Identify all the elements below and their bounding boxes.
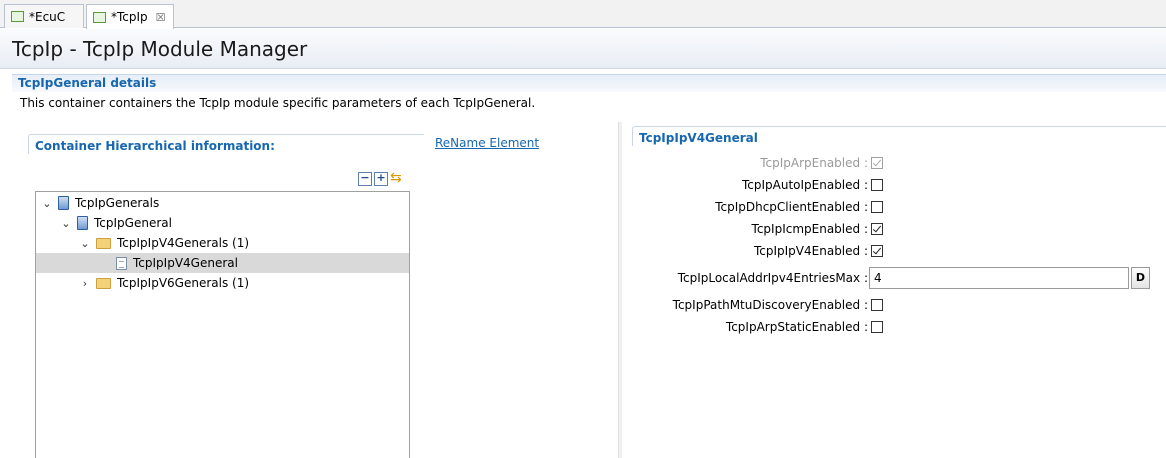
editor-file-icon [93,11,106,23]
editor-file-icon [11,11,24,22]
ipv4-enabled-checkbox[interactable] [871,245,883,257]
field-label-autoip-enabled: TcpIpAutoIpEnabled : [741,178,868,192]
checkmark-icon [872,245,882,255]
field-label-path-mtu-discovery-enabled: TcpIpPathMtuDiscoveryEnabled : [672,298,868,312]
module-icon [58,196,69,210]
arp-enabled-checkbox[interactable] [871,157,883,169]
collapse-arrow-icon[interactable]: › [78,277,92,290]
editor-tab-bar: *EcuC *TcpIp ☒ [0,0,1166,29]
hierarchy-section-title: Container Hierarchical information: [35,139,275,153]
parameters-section-bar: TcpIpIpV4General [632,126,1166,146]
pane-splitter[interactable] [618,122,622,458]
tab-label: *EcuC [29,9,66,24]
expand-all-button[interactable]: + [374,171,388,186]
module-icon [77,216,88,230]
expand-arrow-icon[interactable]: ⌄ [59,217,73,230]
tree-item-label: TcpIpIpV4Generals (1) [117,236,250,250]
tab-label: *TcpIp [111,10,148,24]
expand-all-icon: + [376,171,386,184]
page-title: TcpIp - TcpIp Module Manager [12,37,308,61]
tab-ecuc[interactable]: *EcuC [4,4,84,28]
folder-icon [96,277,111,289]
tree-item-tcpipipv6generals[interactable]: › TcpIpIpV6Generals (1) [36,273,409,293]
expand-arrow-icon[interactable]: ⌄ [40,197,54,210]
tree-item-label: TcpIpIpV6Generals (1) [117,276,250,290]
field-label-arp-enabled: TcpIpArpEnabled : [760,156,868,170]
icmp-enabled-checkbox[interactable] [871,223,883,235]
container-tree[interactable]: ⌄ TcpIpGenerals ⌄ TcpIpGeneral ⌄ TcpIpIp… [35,191,410,458]
local-addr-entries-max-input[interactable] [869,267,1129,289]
link-with-editor-button[interactable]: ⇆ [390,170,406,187]
checkmark-icon [872,223,882,233]
tab-tcpip[interactable]: *TcpIp ☒ [86,4,174,29]
details-section-title: TcpIpGeneral details [18,76,157,90]
tree-item-tcpipgenerals[interactable]: ⌄ TcpIpGenerals [36,193,409,213]
folder-icon [96,237,111,249]
tree-item-tcpipipv4generals[interactable]: ⌄ TcpIpIpV4Generals (1) [36,233,409,253]
details-description: This container containers the TcpIp modu… [20,96,536,110]
field-label-icmp-enabled: TcpIpIcmpEnabled : [751,222,868,236]
collapse-all-icon: − [360,171,370,184]
editor-header: TcpIp - TcpIp Module Manager [0,29,1166,69]
tree-item-label: TcpIpGeneral [94,216,172,230]
collapse-all-button[interactable]: − [358,171,372,186]
tree-item-tcpipipv4general[interactable]: TcpIpIpV4General [36,253,409,273]
field-label-dhcp-client-enabled: TcpIpDhcpClientEnabled : [715,200,868,214]
path-mtu-discovery-enabled-checkbox[interactable] [871,299,883,311]
tree-item-label: TcpIpGenerals [75,196,160,210]
parameters-section-title: TcpIpIpV4General [639,131,758,145]
arp-static-enabled-checkbox[interactable] [871,321,883,333]
file-icon [116,256,127,270]
autoip-enabled-checkbox[interactable] [871,179,883,191]
tree-item-tcpipgeneral[interactable]: ⌄ TcpIpGeneral [36,213,409,233]
checkmark-icon [872,157,882,167]
close-icon[interactable]: ☒ [156,11,166,24]
tree-item-label: TcpIpIpV4General [133,256,238,270]
rename-element-link[interactable]: ReName Element [435,136,539,150]
tree-toolbar: − + ⇆ [358,170,406,188]
field-label-arp-static-enabled: TcpIpArpStaticEnabled : [725,320,868,334]
dhcp-client-enabled-checkbox[interactable] [871,201,883,213]
details-section-bar: TcpIpGeneral details [12,74,1166,92]
field-label-ipv4-enabled: TcpIpIpV4Enabled : [753,244,868,258]
hierarchy-section-bar: Container Hierarchical information: [28,134,424,154]
field-label-local-addr-entries-max: TcpIpLocalAddrIpv4EntriesMax : [677,271,868,285]
expand-arrow-icon[interactable]: ⌄ [78,237,92,250]
default-value-button[interactable]: D [1131,267,1150,289]
link-with-editor-icon: ⇆ [390,170,402,186]
